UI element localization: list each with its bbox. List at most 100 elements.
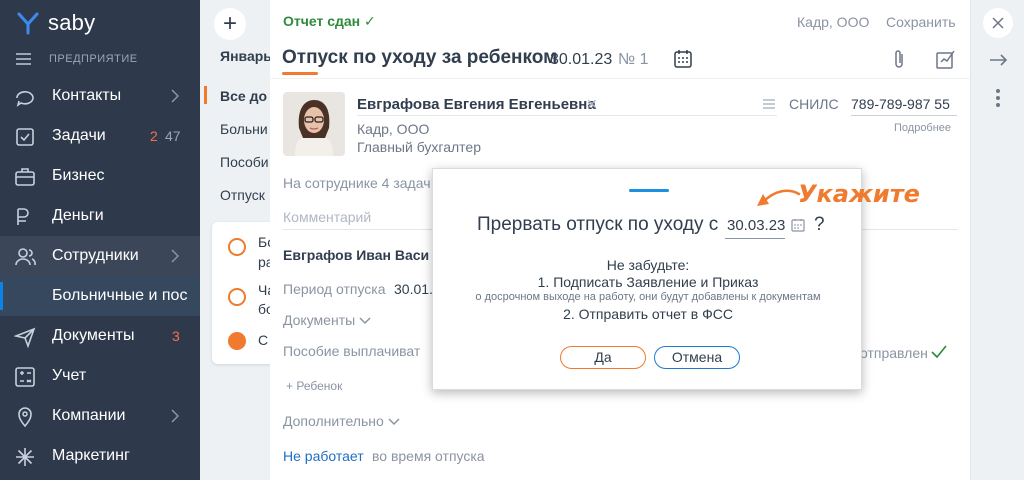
save-button[interactable]: Сохранить — [886, 14, 956, 30]
saby-logo-icon — [17, 12, 39, 35]
hint-arrow-icon — [757, 189, 801, 206]
period-label: Период отпуска — [283, 281, 386, 297]
card-item-1[interactable]: Бо — [258, 234, 270, 250]
coins-icon — [228, 238, 246, 256]
documents-toggle[interactable]: Документы — [283, 312, 371, 328]
doc-number[interactable]: № 1 — [618, 51, 649, 69]
sidebar-item-marketing[interactable]: Маркетинг — [0, 436, 200, 476]
contacts-icon — [16, 91, 34, 107]
add-child-button[interactable]: + Ребенок — [286, 379, 342, 393]
sidebar-item-label: Деньги — [52, 207, 104, 224]
employees-icon — [15, 248, 36, 266]
org-switcher[interactable]: ПРЕДПРИЯТИЕ — [16, 50, 138, 68]
sidebar-item-label: Учет — [52, 367, 87, 384]
calendar-icon[interactable] — [791, 218, 805, 232]
additional-label: Дополнительно — [283, 413, 384, 429]
sidebar-item-companies[interactable]: Компании — [0, 396, 200, 436]
location-icon — [18, 407, 32, 428]
org-label: ПРЕДПРИЯТИЕ — [49, 53, 138, 65]
sidebar-item-label: Больничные и пос — [52, 287, 188, 304]
sidebar-item-employees[interactable]: Сотрудники — [0, 236, 200, 276]
sign-document-icon[interactable] — [934, 48, 956, 70]
check-icon — [931, 345, 947, 359]
chevron-right-icon — [171, 409, 180, 423]
yes-button[interactable]: Да — [560, 346, 646, 369]
reminder-step-1-note: о досрочном выходе на работу, они будут … — [475, 291, 821, 303]
month-filter[interactable]: Январь — [220, 48, 270, 64]
close-button[interactable] — [983, 8, 1013, 38]
period-value[interactable]: 30.01. — [394, 281, 433, 297]
tasks-text[interactable]: На сотруднике 4 задач — [283, 175, 431, 191]
dialog-accent-bar — [629, 189, 669, 192]
calculator-icon — [15, 367, 35, 387]
sidebar-subitem-sick-leave[interactable]: Больничные и пос — [0, 276, 200, 316]
sidebar-item-label: Документы — [52, 327, 135, 344]
snils-label: СНИЛС — [789, 96, 839, 112]
right-toolbar — [970, 0, 1024, 480]
documents-label: Документы — [283, 312, 356, 328]
filter-all[interactable]: Все до — [220, 88, 267, 104]
employee-name[interactable]: Евграфова Евгения Евгеньевна — [357, 96, 596, 113]
sidebar-item-label: Контакты — [52, 87, 122, 104]
sent-status: отправлен — [860, 345, 928, 361]
sidebar-item-accounting[interactable]: Учет — [0, 356, 200, 396]
filter-vacation[interactable]: Отпуск — [220, 187, 265, 203]
close-icon — [992, 17, 1004, 29]
sidebar-item-label: Бизнес — [52, 167, 105, 184]
additional-toggle[interactable]: Дополнительно — [283, 413, 400, 429]
check-icon: ✓ — [364, 13, 376, 29]
sidebar-item-label: Сотрудники — [52, 247, 139, 264]
tasks-icon — [16, 128, 34, 146]
doc-date[interactable]: 30.01.23 — [550, 51, 612, 69]
status-badge[interactable]: Отчет сдан ✓ — [283, 13, 376, 30]
filter-sick[interactable]: Больни — [220, 121, 268, 137]
sidebar-item-tasks[interactable]: Задачи 2 47 — [0, 116, 200, 156]
more-link[interactable]: Подробнее — [894, 122, 951, 134]
clear-icon[interactable]: ✕ — [586, 96, 598, 113]
sidebar-item-documents[interactable]: Документы 3 — [0, 316, 200, 356]
page-title: Отпуск по уходу за ребенком — [282, 47, 558, 68]
card-item-3[interactable]: С — [258, 332, 268, 348]
add-button[interactable]: + — [214, 8, 246, 40]
return-date-input[interactable]: 30.03.23 — [727, 217, 785, 234]
tasks-new-badge: 2 — [150, 128, 158, 144]
logo[interactable]: saby — [16, 10, 95, 36]
sidebar-item-money[interactable]: Деньги — [0, 196, 200, 236]
snils-value[interactable]: 789-789-987 55 — [851, 96, 950, 112]
list-menu-icon[interactable] — [762, 98, 776, 110]
employee-field-line — [357, 115, 777, 116]
dialog-question: Прервать отпуск по уходу с — [477, 214, 719, 235]
reminder-step-1: 1. Подписать Заявление и Приказ — [537, 274, 759, 290]
org-name[interactable]: Кадр, ООО — [797, 14, 869, 30]
filter-benefits[interactable]: Пособи — [220, 154, 269, 170]
card-item-2[interactable]: Ча — [258, 282, 270, 298]
card-item-2b: бо — [258, 301, 270, 317]
status-text: Отчет сдан — [283, 13, 361, 29]
employee-avatar[interactable] — [283, 92, 345, 156]
comment-input[interactable]: Комментарий — [283, 209, 371, 225]
card-item-1b: ра — [258, 254, 270, 270]
snils-field-line — [851, 115, 957, 116]
briefcase-icon — [15, 168, 35, 186]
calendar-icon[interactable] — [672, 48, 694, 70]
child-parent-name[interactable]: Евграфов Иван Васи — [283, 247, 429, 263]
sidebar-item-label: Задачи — [52, 127, 106, 144]
not-working-link[interactable]: Не работает — [283, 448, 364, 464]
during-vacation-text: во время отпуска — [372, 448, 485, 464]
sidebar-item-contacts[interactable]: Контакты — [0, 76, 200, 116]
hint-label: Укажите — [798, 180, 920, 208]
reminder-step-2: 2. Отправить отчет в ФСС — [563, 306, 733, 322]
registry-panel: + Январь Все до Больни Пособи Отпуск Бо … — [200, 0, 270, 480]
quick-create-card: Бо ра Ча бо С — [212, 222, 270, 364]
arrow-right-icon[interactable] — [989, 53, 1009, 67]
employee-org: Кадр, ООО — [357, 121, 430, 137]
paperclip-icon[interactable] — [888, 48, 910, 70]
menu-icon[interactable] — [16, 50, 31, 68]
sidebar-item-business[interactable]: Бизнес — [0, 156, 200, 196]
filter-active-indicator — [204, 86, 207, 104]
more-vertical-icon[interactable] — [995, 88, 1001, 108]
chevron-down-icon — [359, 317, 371, 325]
chevron-right-icon — [171, 249, 180, 263]
date-field-line — [725, 238, 785, 239]
cancel-button[interactable]: Отмена — [654, 346, 740, 369]
